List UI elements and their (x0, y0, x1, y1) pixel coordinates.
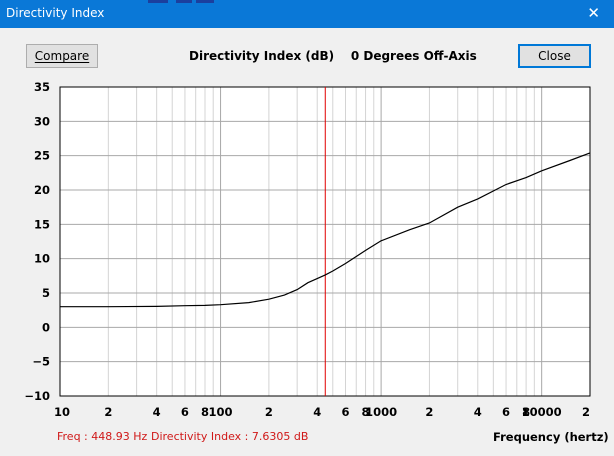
status-frequency: Freq : 448.93 Hz (57, 430, 148, 443)
y-tick-label: 0 (42, 320, 50, 334)
x-tick-label: 10000 (522, 405, 562, 419)
x-tick-label: 4 (474, 405, 482, 419)
x-tick-label: 100 (209, 405, 233, 419)
y-tick-label: 35 (34, 80, 50, 94)
y-tick-label: −10 (24, 389, 50, 403)
x-tick-label: 4 (313, 405, 321, 419)
y-tick-label: −5 (32, 355, 50, 369)
x-tick-label: 6 (181, 405, 189, 419)
x-tick-label: 4 (153, 405, 161, 419)
y-tick-label: 5 (42, 286, 50, 300)
x-tick-label: 6 (502, 405, 510, 419)
x-tick-label: 2 (265, 405, 273, 419)
x-tick-label: 1000 (365, 405, 397, 419)
y-tick-label: 20 (34, 183, 50, 197)
x-tick-label: 6 (341, 405, 349, 419)
x-tick-label: 2 (104, 405, 112, 419)
status-directivity: Directivity Index : 7.6305 dB (151, 430, 309, 443)
x-tick-label: 2 (425, 405, 433, 419)
x-tick-label: 10 (54, 405, 70, 419)
y-tick-label: 25 (34, 149, 50, 163)
x-axis-label: Frequency (hertz) (493, 430, 609, 444)
y-tick-label: 10 (34, 252, 50, 266)
directivity-chart: 35302520151050−5−1010 2 4 6 8 100 2 4 6 81000 2 4 6 8… (24, 80, 591, 419)
y-tick-label: 15 (34, 217, 50, 231)
y-tick-label: 30 (34, 114, 50, 128)
x-tick-label: 2 (582, 405, 590, 419)
